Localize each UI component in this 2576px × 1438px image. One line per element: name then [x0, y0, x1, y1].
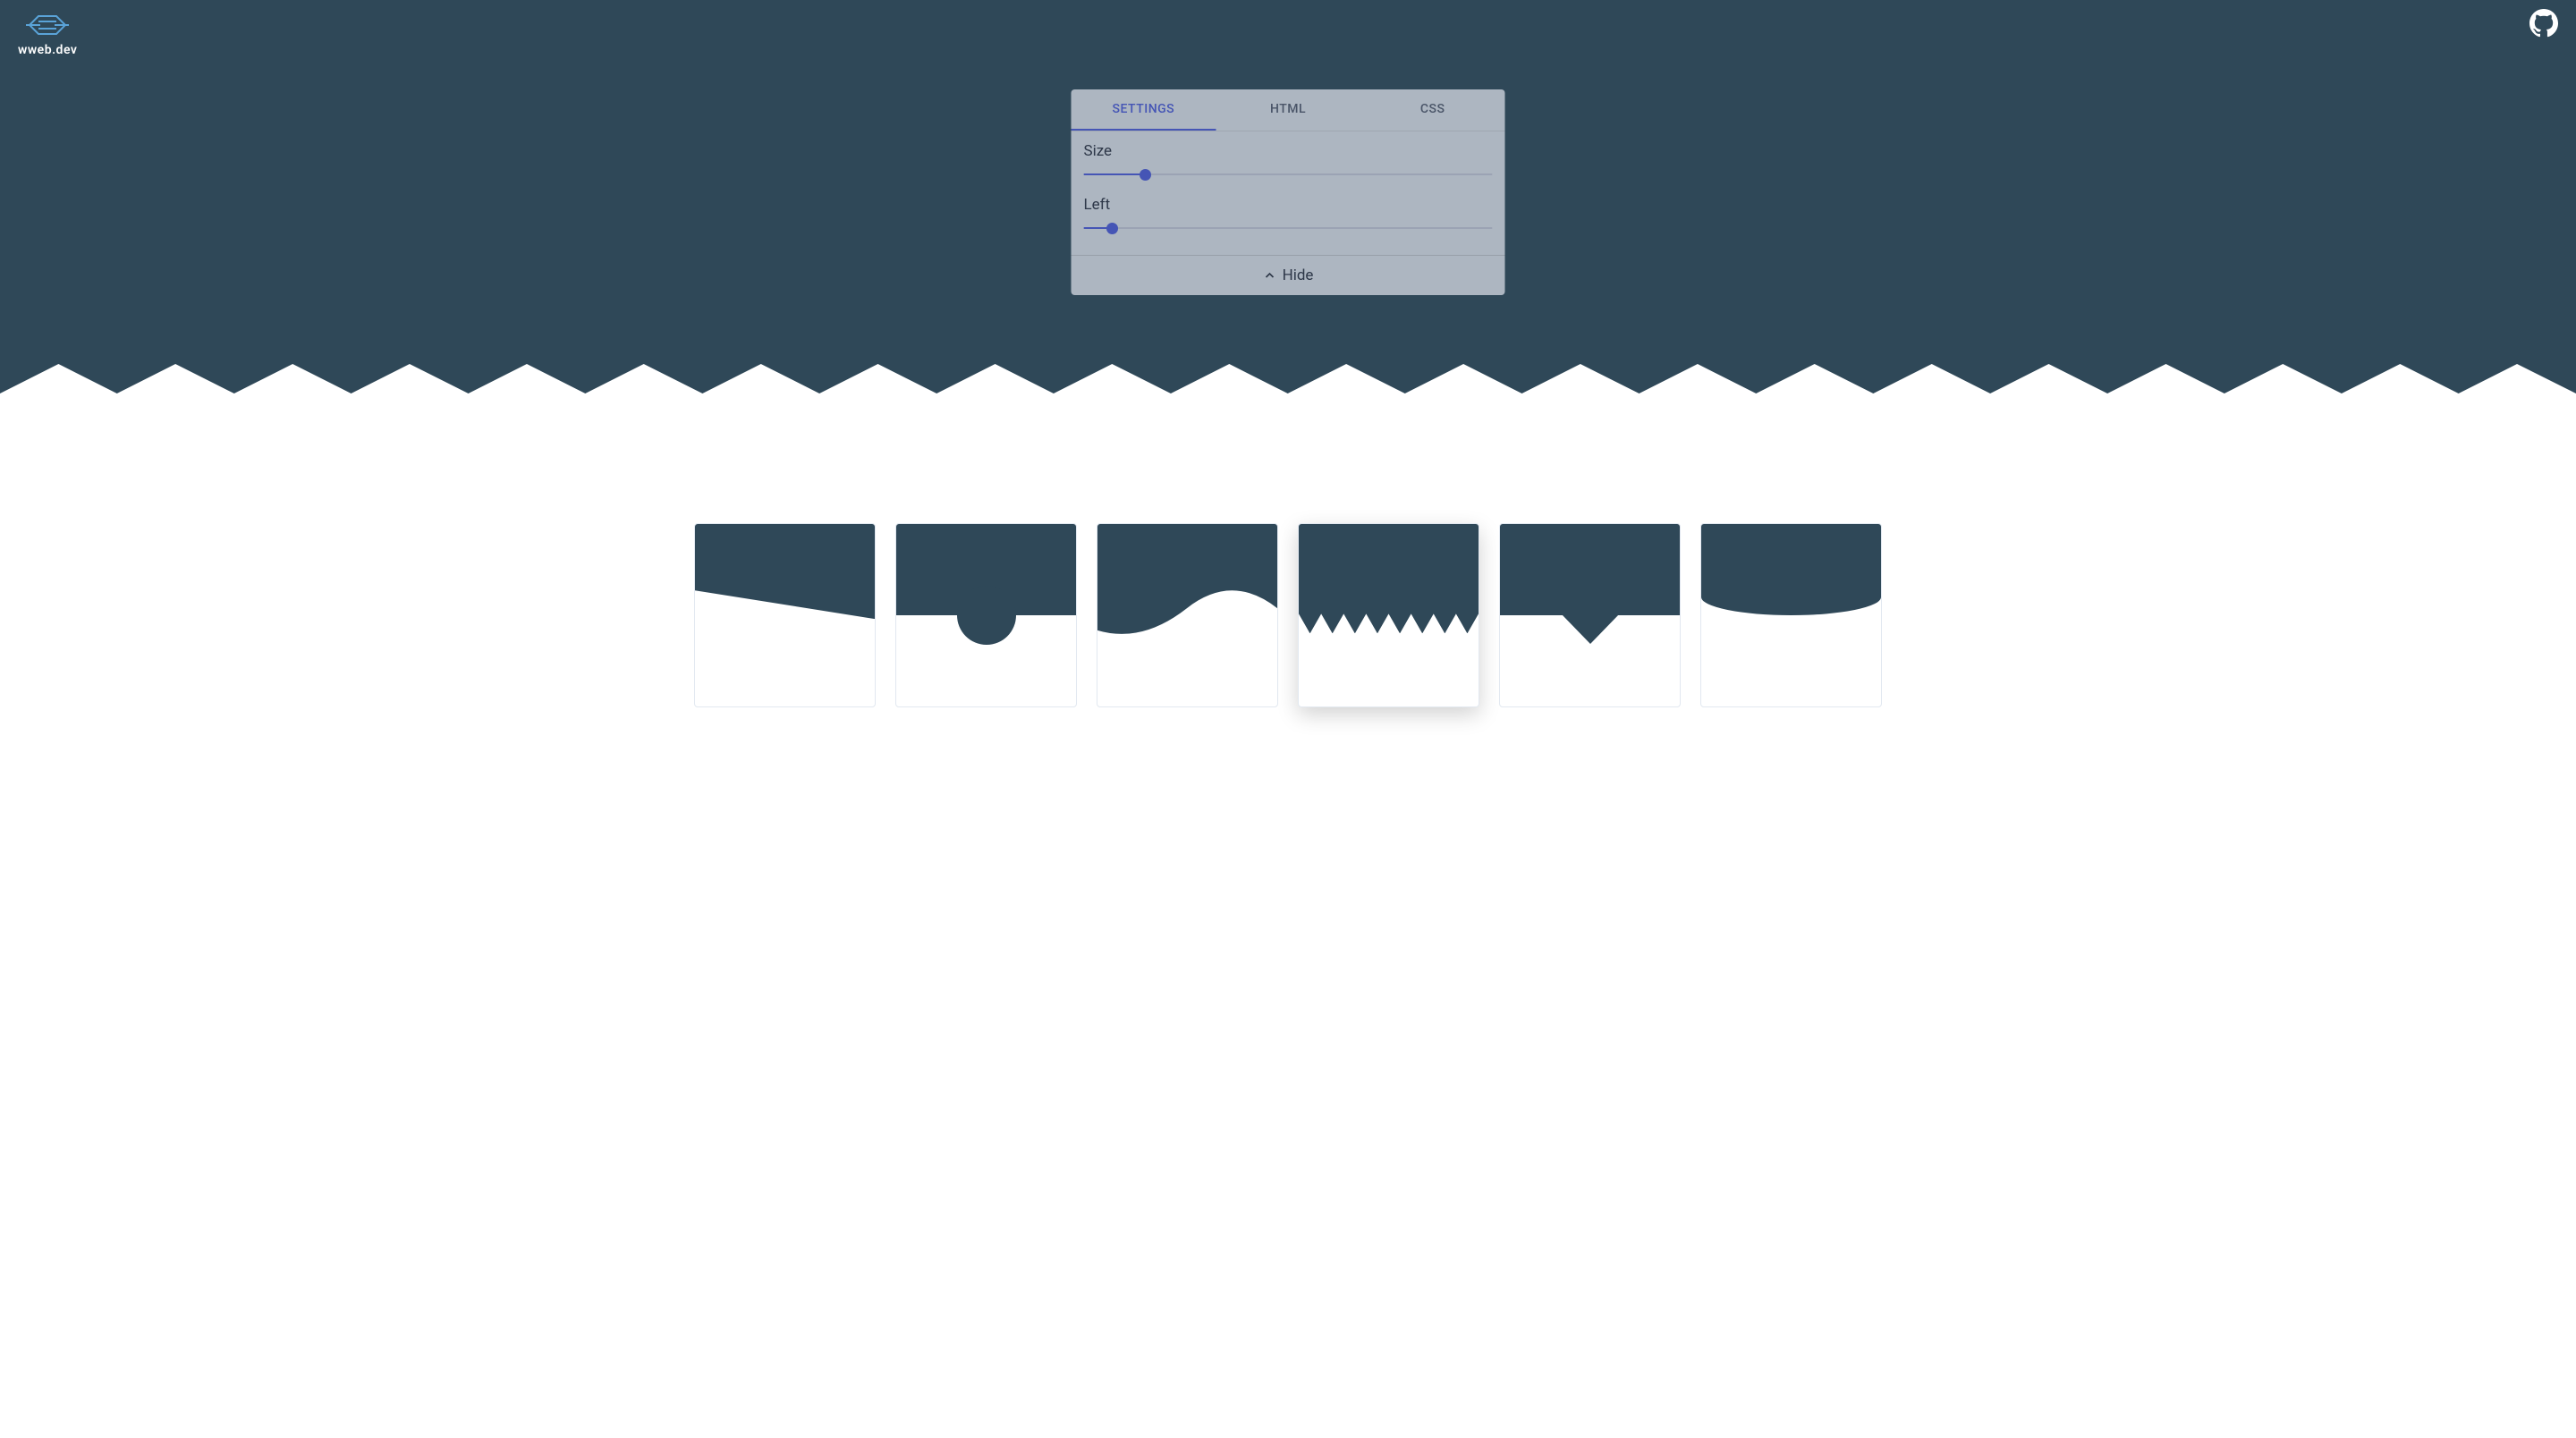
tab-settings[interactable]: SETTINGS [1072, 89, 1216, 131]
slider-fill [1084, 173, 1146, 175]
card-preview [1299, 524, 1479, 633]
card-preview [1500, 524, 1680, 615]
site-logo-text: wweb.dev [18, 43, 77, 57]
tab-css[interactable]: CSS [1360, 89, 1505, 131]
left-label: Left [1084, 196, 1493, 214]
separator-options [0, 393, 2576, 725]
wweb-logo-icon [22, 9, 72, 41]
separator-option-zigzag[interactable] [1298, 523, 1479, 707]
left-slider[interactable] [1084, 219, 1493, 237]
separator-option-triangle[interactable] [1499, 523, 1681, 707]
slider-thumb[interactable] [1106, 223, 1118, 234]
card-preview [1701, 524, 1881, 615]
panel-tabs: SETTINGS HTML CSS [1072, 89, 1505, 131]
separator-option-diagonal[interactable] [694, 523, 876, 707]
panel-body: Size Left [1072, 131, 1505, 255]
site-header: wweb.dev [0, 0, 2576, 66]
card-preview [695, 524, 875, 619]
left-control: Left [1084, 196, 1493, 237]
slider-track [1084, 227, 1493, 229]
settings-panel: SETTINGS HTML CSS Size Left [1072, 89, 1505, 295]
size-control: Size [1084, 142, 1493, 183]
slider-thumb[interactable] [1140, 169, 1151, 181]
card-preview-circle [957, 586, 1016, 645]
site-logo[interactable]: wweb.dev [18, 9, 77, 57]
zigzag-separator-preview [0, 364, 2576, 393]
separator-option-curve[interactable] [1700, 523, 1882, 707]
hide-label: Hide [1283, 266, 1314, 284]
tab-html[interactable]: HTML [1216, 89, 1360, 131]
size-label: Size [1084, 142, 1493, 160]
github-link[interactable] [2529, 9, 2558, 41]
card-preview-triangle [1561, 613, 1620, 644]
separator-option-wave[interactable] [1097, 523, 1278, 707]
card-preview [1097, 524, 1277, 706]
hide-button[interactable]: Hide [1072, 255, 1505, 295]
separator-option-semicircle[interactable] [895, 523, 1077, 707]
size-slider[interactable] [1084, 165, 1493, 183]
github-icon [2529, 9, 2558, 38]
chevron-up-icon [1263, 268, 1277, 283]
